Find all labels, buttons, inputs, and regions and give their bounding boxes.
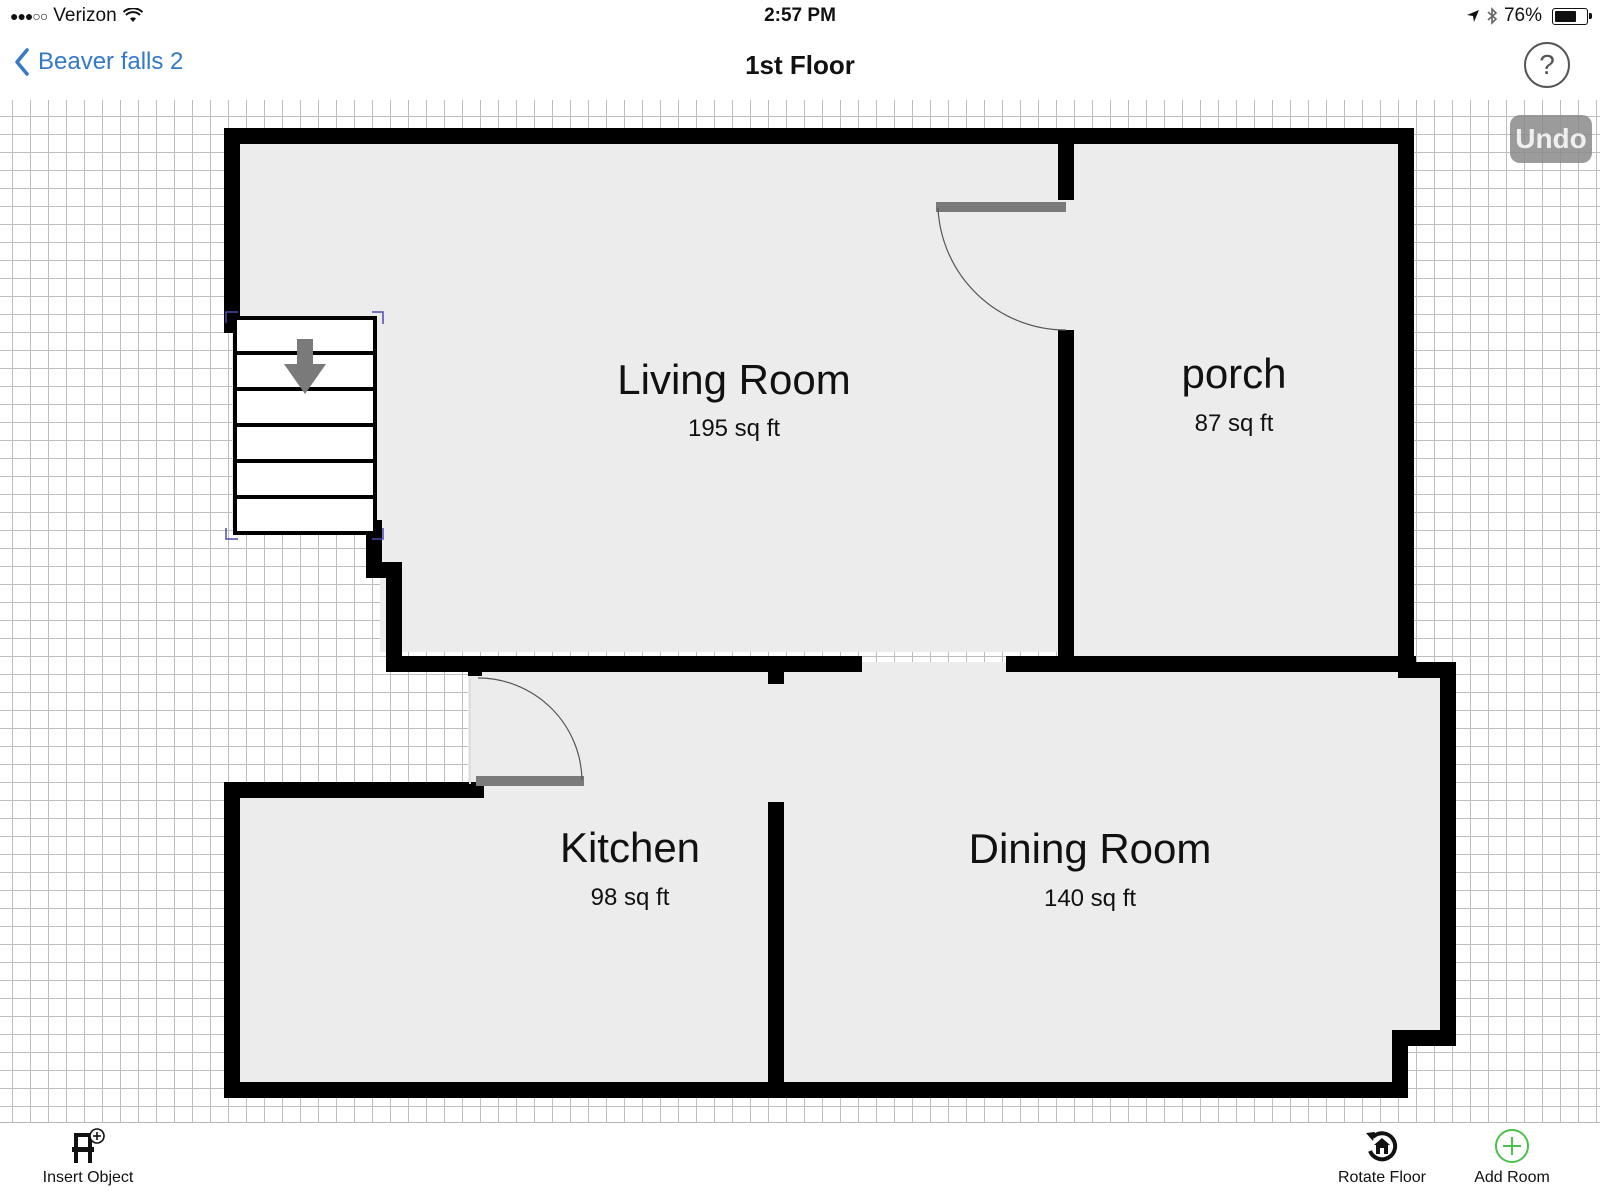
- battery-icon: [1552, 7, 1592, 25]
- status-time: 2:57 PM: [764, 5, 836, 26]
- status-bar: ●●●○○ Verizon 2:57 PM 76%: [0, 0, 1600, 34]
- stairs-down-icon[interactable]: [225, 311, 384, 540]
- add-room-button[interactable]: Add Room: [1460, 1127, 1564, 1187]
- rotate-floor-icon: [1366, 1131, 1398, 1162]
- undo-button[interactable]: Undo: [1510, 115, 1592, 163]
- room-name-porch: porch: [1181, 350, 1286, 397]
- room-area-dining-room: 140 sq ft: [1044, 885, 1136, 912]
- floor-plan-canvas[interactable]: Living Room 195 sq ft porch 87 sq ft Kit…: [0, 100, 1600, 1122]
- bottom-toolbar: Insert Object Rotate Floor Add Room: [0, 1122, 1600, 1201]
- location-arrow-icon: [1466, 10, 1479, 22]
- nav-bar: Beaver falls 2 1st Floor ?: [0, 34, 1600, 101]
- room-name-living-room: Living Room: [617, 356, 850, 403]
- rotate-floor-button[interactable]: Rotate Floor: [1330, 1127, 1434, 1187]
- insert-object-label: Insert Object: [42, 1169, 134, 1186]
- battery-percent: 76%: [1503, 5, 1542, 26]
- insert-object-button[interactable]: Insert Object: [36, 1127, 140, 1187]
- kitchen-dining-shape[interactable]: [232, 662, 1445, 1090]
- room-area-living-room: 195 sq ft: [688, 415, 780, 442]
- porch-shape[interactable]: [1065, 138, 1410, 660]
- room-area-kitchen: 98 sq ft: [591, 884, 670, 911]
- insert-object-icon: [72, 1128, 105, 1163]
- room-name-dining-room: Dining Room: [969, 825, 1212, 872]
- room-area-porch: 87 sq ft: [1195, 410, 1274, 437]
- battery-fill: [1555, 10, 1576, 22]
- page-title: 1st Floor: [745, 50, 855, 80]
- add-room-label: Add Room: [1474, 1169, 1550, 1186]
- help-button[interactable]: ?: [1524, 42, 1570, 88]
- bluetooth-icon: [1487, 7, 1498, 25]
- room-name-kitchen: Kitchen: [560, 824, 700, 871]
- rotate-floor-label: Rotate Floor: [1337, 1169, 1427, 1186]
- status-right: 76%: [1466, 5, 1592, 27]
- add-circle-icon: [1495, 1129, 1529, 1163]
- floor-plan[interactable]: Living Room 195 sq ft porch 87 sq ft Kit…: [0, 100, 1600, 1122]
